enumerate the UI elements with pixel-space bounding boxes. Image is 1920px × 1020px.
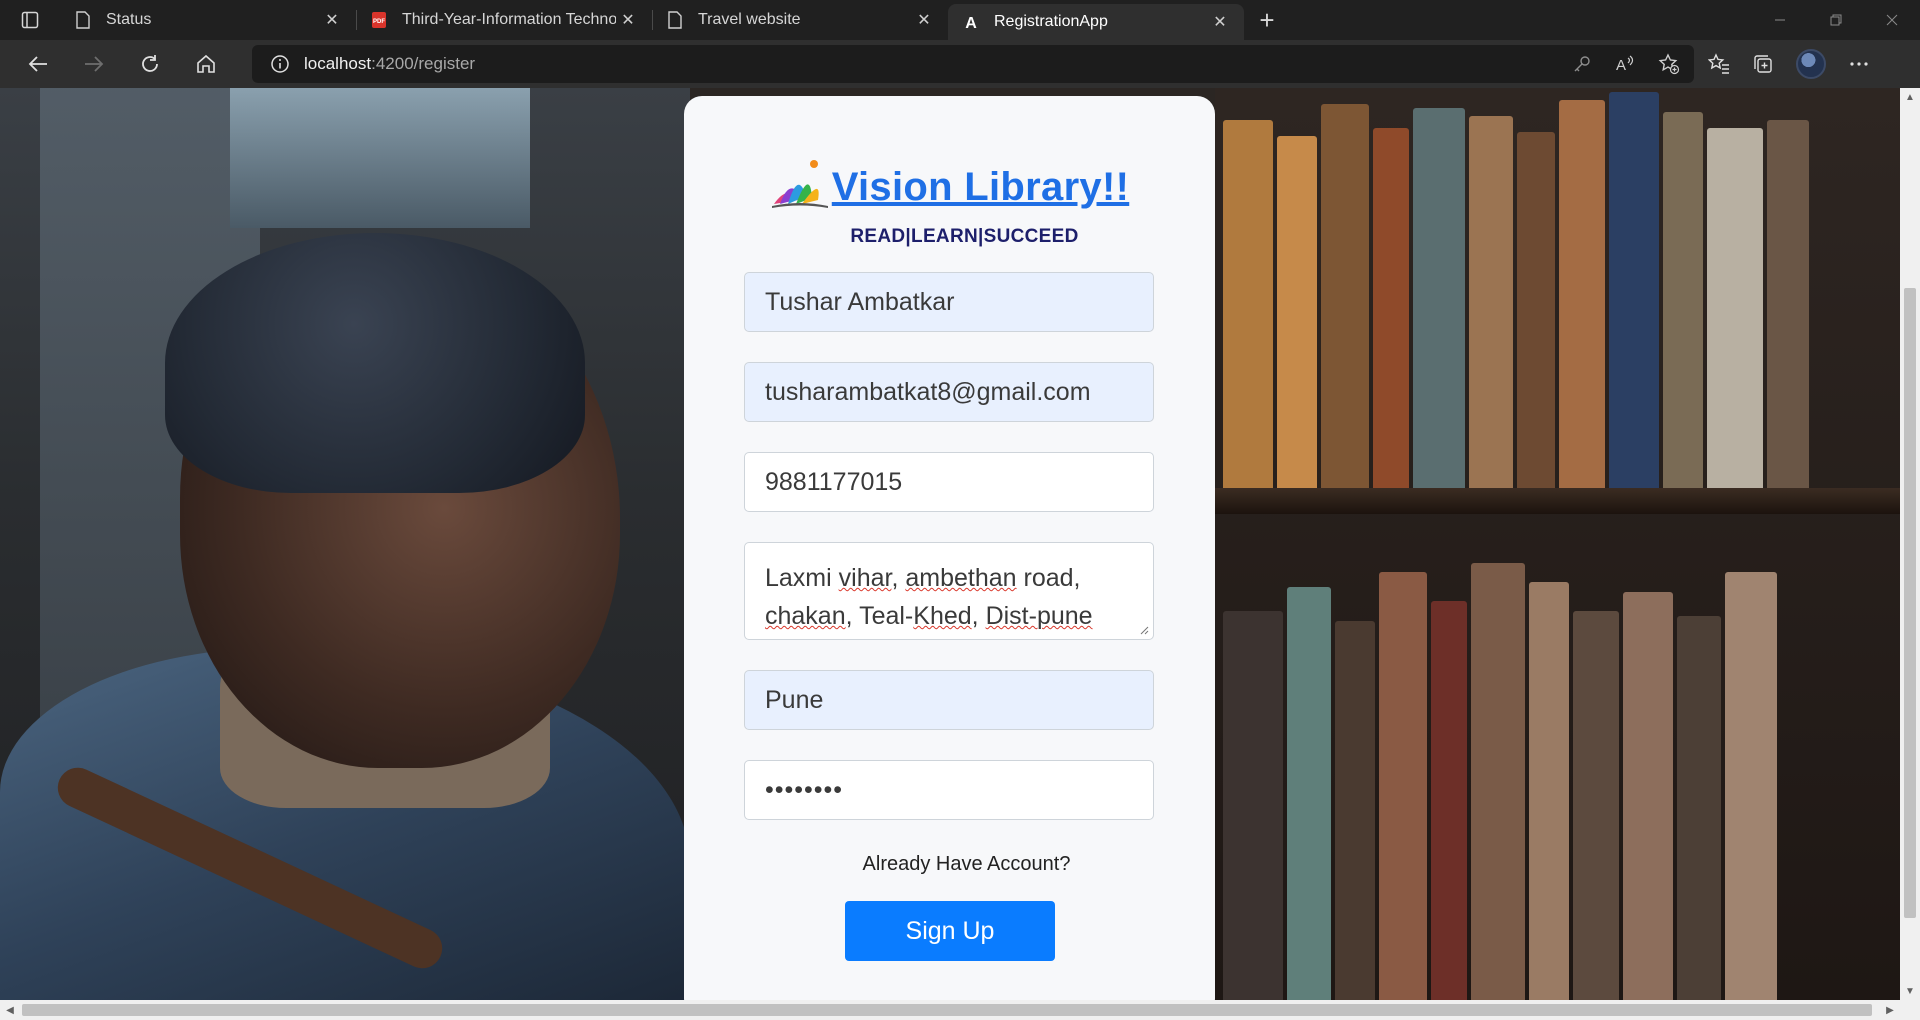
favorites-icon[interactable] bbox=[1708, 53, 1730, 75]
add-favorite-icon[interactable] bbox=[1658, 53, 1680, 75]
email-input[interactable]: tusharambatkat8@gmail.com bbox=[744, 362, 1154, 422]
vertical-scrollbar[interactable]: ▲ ▼ bbox=[1900, 88, 1920, 1000]
email-value: tusharambatkat8@gmail.com bbox=[765, 377, 1091, 406]
city-input[interactable]: Pune bbox=[744, 670, 1154, 730]
page-icon bbox=[666, 11, 684, 29]
angular-icon: A bbox=[962, 13, 980, 31]
plus-icon: + bbox=[1259, 4, 1275, 35]
page-icon bbox=[74, 11, 92, 29]
brand-tagline: READ|LEARN|SUCCEED bbox=[850, 226, 1079, 247]
refresh-button[interactable] bbox=[122, 44, 178, 84]
back-button[interactable] bbox=[10, 44, 66, 84]
tab-actions-button[interactable] bbox=[0, 0, 60, 40]
tab-actions-icon bbox=[21, 11, 39, 29]
scroll-down-icon[interactable]: ▼ bbox=[1900, 982, 1920, 1000]
person-beanie bbox=[165, 233, 585, 493]
profile-avatar[interactable] bbox=[1796, 49, 1826, 79]
close-window-button[interactable] bbox=[1864, 0, 1920, 40]
svg-text:A: A bbox=[965, 15, 977, 31]
browser-toolbar: localhost:4200/register A bbox=[0, 40, 1920, 88]
address-value: Laxmi vihar, ambethan road, chakan, Teal… bbox=[765, 564, 1093, 630]
vertical-scroll-thumb[interactable] bbox=[1904, 288, 1916, 918]
forward-arrow-icon bbox=[85, 56, 104, 72]
close-icon[interactable]: ✕ bbox=[320, 8, 344, 32]
resize-grip-icon[interactable] bbox=[1139, 625, 1149, 635]
read-aloud-icon[interactable]: A bbox=[1614, 54, 1636, 74]
svg-text:PDF: PDF bbox=[373, 19, 385, 25]
close-icon[interactable]: ✕ bbox=[616, 8, 640, 32]
name-value: Tushar Ambatkar bbox=[765, 287, 955, 316]
url-path: :4200/register bbox=[371, 54, 476, 73]
scroll-up-icon[interactable]: ▲ bbox=[1900, 88, 1920, 106]
tab-title: Status bbox=[106, 11, 152, 28]
tab-third-year-pdf[interactable]: PDF Third-Year-Information Technolo ✕ bbox=[356, 0, 652, 40]
tab-title: Travel website bbox=[698, 11, 801, 28]
tab-registration-app[interactable]: A RegistrationApp ✕ bbox=[948, 4, 1244, 40]
password-mask: •••••••• bbox=[765, 775, 844, 804]
registration-card: Vision Library!! READ|LEARN|SUCCEED Tush… bbox=[684, 96, 1215, 1000]
tab-travel-website[interactable]: Travel website ✕ bbox=[652, 0, 948, 40]
new-tab-button[interactable]: + bbox=[1244, 0, 1290, 40]
brand-title[interactable]: Vision Library!! bbox=[832, 165, 1129, 210]
minimize-button[interactable] bbox=[1752, 0, 1808, 40]
tab-title: RegistrationApp bbox=[994, 13, 1108, 30]
library-logo-icon bbox=[771, 160, 828, 208]
background-window bbox=[230, 88, 530, 228]
minimize-icon bbox=[1775, 19, 1785, 21]
restore-icon bbox=[1830, 14, 1842, 26]
refresh-icon bbox=[142, 55, 158, 72]
address-bar[interactable]: localhost:4200/register A bbox=[252, 45, 1694, 83]
url-host: localhost bbox=[304, 54, 372, 73]
horizontal-scrollbar[interactable]: ◀ ▶ bbox=[0, 1000, 1920, 1020]
scroll-left-icon[interactable]: ◀ bbox=[0, 1000, 20, 1020]
brand-header: Vision Library!! bbox=[684, 156, 1215, 210]
key-icon[interactable] bbox=[1572, 54, 1592, 74]
home-button[interactable] bbox=[178, 44, 234, 84]
address-textarea[interactable]: Laxmi vihar, ambethan road, chakan, Teal… bbox=[744, 542, 1154, 640]
name-input[interactable]: Tushar Ambatkar bbox=[744, 272, 1154, 332]
tab-status[interactable]: Status ✕ bbox=[60, 0, 356, 40]
restore-button[interactable] bbox=[1808, 0, 1864, 40]
already-have-account-link[interactable]: Already Have Account? bbox=[684, 853, 1215, 876]
phone-value: 9881177015 bbox=[765, 467, 903, 496]
password-input[interactable]: •••••••• bbox=[744, 760, 1154, 820]
info-icon[interactable] bbox=[270, 54, 290, 74]
background-bookshelf bbox=[1215, 88, 1900, 1000]
svg-text:A: A bbox=[1616, 57, 1626, 74]
close-window-icon bbox=[1886, 14, 1898, 26]
bookshelf-board bbox=[1215, 488, 1900, 514]
sign-up-button[interactable]: Sign Up bbox=[845, 901, 1055, 961]
phone-input[interactable]: 9881177015 bbox=[744, 452, 1154, 512]
pdf-icon: PDF bbox=[370, 11, 388, 29]
scroll-right-icon[interactable]: ▶ bbox=[1880, 1000, 1900, 1020]
tab-title: Third-Year-Information Technolo bbox=[402, 11, 616, 28]
close-icon[interactable]: ✕ bbox=[912, 8, 936, 32]
bookshelf-row bbox=[1215, 514, 1900, 1000]
back-arrow-icon bbox=[28, 56, 47, 72]
browser-tab-bar: Status ✕ PDF Third-Year-Information Tech… bbox=[0, 0, 1920, 40]
collections-icon[interactable] bbox=[1752, 53, 1774, 75]
bookshelf-row bbox=[1215, 88, 1900, 488]
more-options-icon[interactable] bbox=[1848, 53, 1870, 75]
page-viewport: Vision Library!! READ|LEARN|SUCCEED Tush… bbox=[0, 88, 1900, 1000]
forward-button[interactable] bbox=[66, 44, 122, 84]
city-value: Pune bbox=[765, 685, 824, 714]
window-controls bbox=[1752, 0, 1920, 40]
background-photo-left bbox=[0, 88, 690, 1000]
close-icon[interactable]: ✕ bbox=[1208, 10, 1232, 34]
horizontal-scroll-thumb[interactable] bbox=[22, 1004, 1872, 1016]
home-icon bbox=[197, 54, 215, 73]
